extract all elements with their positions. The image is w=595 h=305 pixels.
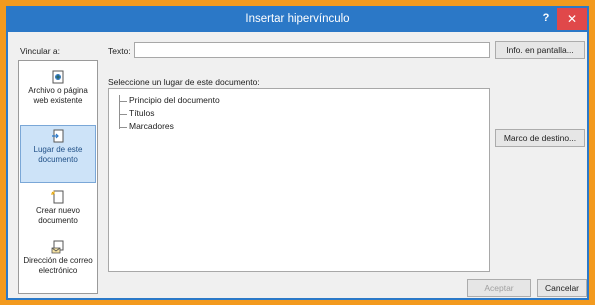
close-button[interactable]: ✕ <box>557 8 587 30</box>
sidebar-item-label: Archivo o página web existente <box>28 86 88 105</box>
new-document-icon <box>51 190 64 204</box>
sidebar-item-existing-file[interactable]: Archivo o página web existente <box>20 67 96 106</box>
screentip-button[interactable]: Info. en pantalla... <box>495 41 585 59</box>
tree-node-bookmarks[interactable]: Marcadores <box>119 121 174 131</box>
sidebar-item-label: Crear nuevo documento <box>35 206 81 225</box>
link-to-label: Vincular a: <box>20 46 61 56</box>
accept-button[interactable]: Aceptar <box>467 279 531 297</box>
document-places-tree[interactable]: Principio del documento Títulos Marcador… <box>108 88 490 272</box>
insert-hyperlink-dialog: Insertar hipervínculo ? ✕ Vincular a: Te… <box>6 6 589 300</box>
text-to-display-label: Texto: <box>108 46 131 56</box>
sidebar-item-label: Lugar de este documento <box>33 145 83 164</box>
link-to-sidebar: Archivo o página web existente Lugar de … <box>18 60 98 294</box>
existing-file-web-page-icon <box>52 70 64 84</box>
dialog-title: Insertar hipervínculo <box>245 13 350 25</box>
help-button[interactable]: ? <box>539 12 553 26</box>
cancel-button[interactable]: Cancelar <box>537 279 587 297</box>
select-place-label: Seleccione un lugar de este documento: <box>108 77 260 87</box>
sidebar-item-place-in-document[interactable]: Lugar de este documento <box>20 125 96 183</box>
title-bar: Insertar hipervínculo ? ✕ <box>8 8 587 32</box>
sidebar-item-label: Dirección de correo electrónico <box>23 256 93 275</box>
sidebar-item-create-new-document[interactable]: Crear nuevo documento <box>20 187 96 226</box>
email-address-icon <box>51 240 64 254</box>
sidebar-item-email-address[interactable]: Dirección de correo electrónico <box>20 237 96 276</box>
target-frame-button[interactable]: Marco de destino... <box>495 129 585 147</box>
tree-node-headings[interactable]: Títulos <box>119 108 155 118</box>
text-to-display-input[interactable] <box>134 42 490 58</box>
tree-node-top-of-document[interactable]: Principio del documento <box>119 95 220 105</box>
place-in-document-icon <box>52 129 64 143</box>
